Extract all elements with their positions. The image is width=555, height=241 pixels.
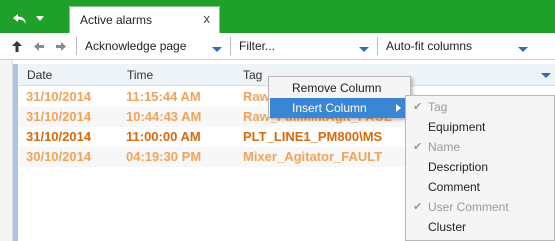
acknowledge-page-dropdown[interactable]: Acknowledge page [81, 36, 226, 56]
chevron-down-icon [36, 16, 44, 22]
column-context-menu: Remove Column Insert Column [268, 76, 411, 118]
undo-arrow-icon [12, 13, 28, 25]
filter-label: Filter... [239, 39, 276, 53]
submenu-item-label: Comment [428, 180, 481, 194]
tab-active-alarms[interactable]: Active alarms x [69, 6, 220, 33]
cell-date: 30/10/2014 [26, 149, 92, 164]
chevron-down-icon [212, 47, 222, 52]
grid-selection-bar [13, 64, 18, 241]
cell-date: 31/10/2014 [26, 89, 92, 104]
checkmark-icon: ✔ [413, 201, 423, 213]
column-chooser-chevron-icon[interactable] [541, 73, 551, 78]
tab-strip: Active alarms x [0, 0, 555, 33]
arrow-right-icon[interactable] [50, 35, 72, 57]
submenu-arrow-icon [396, 104, 401, 112]
acknowledge-page-label: Acknowledge page [85, 39, 187, 53]
chevron-down-icon [518, 47, 528, 52]
menu-item-label: Insert Column [292, 101, 367, 115]
submenu-item-label: Name [428, 140, 461, 154]
submenu-item-tag[interactable]: ✔ Tag [406, 97, 554, 117]
toolbar-divider [377, 37, 378, 55]
tab-label: Active alarms [80, 13, 153, 27]
cell-time: 11:00:00 AM [126, 129, 201, 144]
submenu-item-description[interactable]: Description [406, 157, 554, 177]
insert-column-submenu: ✔ Tag Equipment ✔ Name Description Comme… [405, 95, 555, 241]
submenu-item-comment[interactable]: Comment [406, 177, 554, 197]
toolbar-divider [76, 37, 77, 55]
submenu-item-label: Equipment [428, 120, 486, 134]
submenu-item-label: User Comment [428, 200, 509, 214]
menu-item-remove-column[interactable]: Remove Column [270, 78, 409, 98]
submenu-item-label: Cluster [428, 220, 467, 234]
cell-tag: Mixer_Agitator_FAULT [243, 149, 383, 164]
submenu-item-cluster[interactable]: Cluster [406, 217, 554, 237]
column-header-time[interactable]: Time [127, 68, 153, 82]
column-header-tag[interactable]: Tag [243, 68, 262, 82]
toolbar-divider [230, 37, 231, 55]
submenu-item-name[interactable]: ✔ Name [406, 137, 554, 157]
checkmark-icon: ✔ [413, 141, 423, 153]
cell-time: 10:44:43 AM [126, 109, 202, 124]
submenu-item-label: Tag [428, 100, 448, 114]
filter-dropdown[interactable]: Filter... [235, 36, 373, 56]
grid-gutter [0, 60, 13, 241]
column-header-date[interactable]: Date [27, 68, 52, 82]
arrow-up-icon[interactable] [6, 35, 28, 57]
cell-time: 04:19:30 PM [126, 149, 202, 164]
cell-date: 31/10/2014 [26, 109, 92, 124]
checkmark-icon: ✔ [413, 101, 423, 113]
close-icon[interactable]: x [204, 11, 211, 26]
submenu-item-equipment[interactable]: Equipment [406, 117, 554, 137]
cell-date: 31/10/2014 [26, 129, 92, 144]
cell-tag: PLT_LINE1_PM800\MS [243, 129, 383, 144]
cell-time: 11:15:44 AM [126, 89, 201, 104]
auto-fit-columns-dropdown[interactable]: Auto-fit columns [382, 36, 532, 56]
menu-item-label: Remove Column [292, 81, 382, 95]
toolbar: Acknowledge page Filter... Auto-fit colu… [0, 33, 555, 60]
arrow-left-icon[interactable] [28, 35, 50, 57]
back-menu-button[interactable] [4, 6, 64, 32]
chevron-down-icon [359, 47, 369, 52]
submenu-item-user-comment[interactable]: ✔ User Comment [406, 197, 554, 217]
menu-item-insert-column[interactable]: Insert Column [270, 98, 409, 118]
auto-fit-columns-label: Auto-fit columns [386, 39, 473, 53]
submenu-item-label: Description [428, 160, 489, 174]
